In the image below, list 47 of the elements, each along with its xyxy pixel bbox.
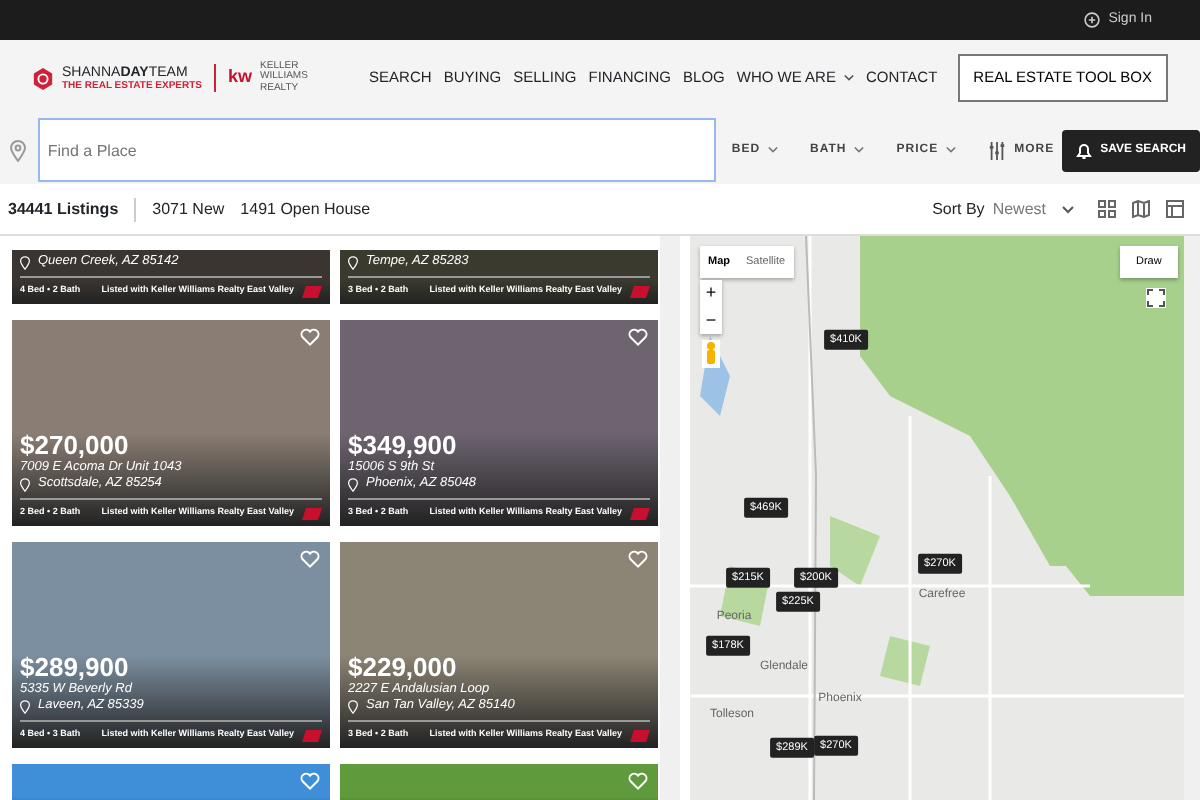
agency-logo-icon — [302, 507, 322, 520]
listing-count: 34441 Listings — [8, 197, 137, 221]
location-pin-icon — [20, 477, 30, 492]
listing-price: $289,900 — [20, 653, 131, 682]
location-pin-icon — [20, 699, 30, 714]
map-drawing[interactable] — [690, 236, 1184, 800]
sort-label: Sort By — [932, 197, 985, 221]
heart-icon[interactable] — [628, 328, 648, 346]
caret-icon — [854, 146, 865, 154]
scrollbar[interactable] — [660, 236, 680, 800]
plus-circle-icon — [1084, 12, 1101, 28]
agency-logo-icon — [302, 285, 322, 298]
new-count: 3071 New — [152, 197, 225, 221]
caret-icon — [768, 146, 779, 154]
heart-icon[interactable] — [300, 550, 320, 568]
bell-icon — [1076, 141, 1093, 159]
agency-logo-icon — [630, 507, 650, 520]
partner-logo: kw — [228, 64, 253, 91]
scrollbar[interactable] — [1184, 236, 1200, 800]
search-field[interactable]: Find a Place — [37, 118, 716, 182]
listing-price: $349,900 — [348, 431, 459, 460]
heart-icon[interactable] — [300, 772, 320, 790]
location-pin-icon — [348, 699, 358, 714]
fullscreen-icon[interactable] — [1146, 288, 1166, 308]
sort-dropdown[interactable]: Newest — [992, 197, 1074, 221]
location-pin-icon — [348, 477, 358, 492]
zoom-in-button[interactable]: + — [700, 280, 722, 307]
location-pin-icon — [20, 255, 30, 270]
location-pin-icon — [348, 255, 358, 270]
sliders-icon — [988, 141, 1007, 159]
logo-icon — [32, 67, 54, 89]
agency-logo-icon — [630, 729, 650, 742]
zoom-out-button[interactable]: − — [700, 307, 722, 334]
grid-view-icon[interactable] — [1098, 200, 1116, 218]
listing-price: $229,000 — [348, 653, 459, 682]
agency-logo-icon — [630, 285, 650, 298]
heart-icon[interactable] — [300, 328, 320, 346]
caret-icon — [1062, 205, 1074, 213]
split-view-icon[interactable] — [1166, 200, 1184, 218]
open-house-count: 1491 Open House — [240, 197, 371, 221]
location-pin-icon — [10, 139, 27, 161]
heart-icon[interactable] — [628, 772, 648, 790]
listing-price: $270,000 — [20, 431, 131, 460]
agency-logo-icon — [302, 729, 322, 742]
caret-icon — [946, 146, 957, 154]
heart-icon[interactable] — [628, 550, 648, 568]
map-view-icon[interactable] — [1132, 200, 1150, 218]
